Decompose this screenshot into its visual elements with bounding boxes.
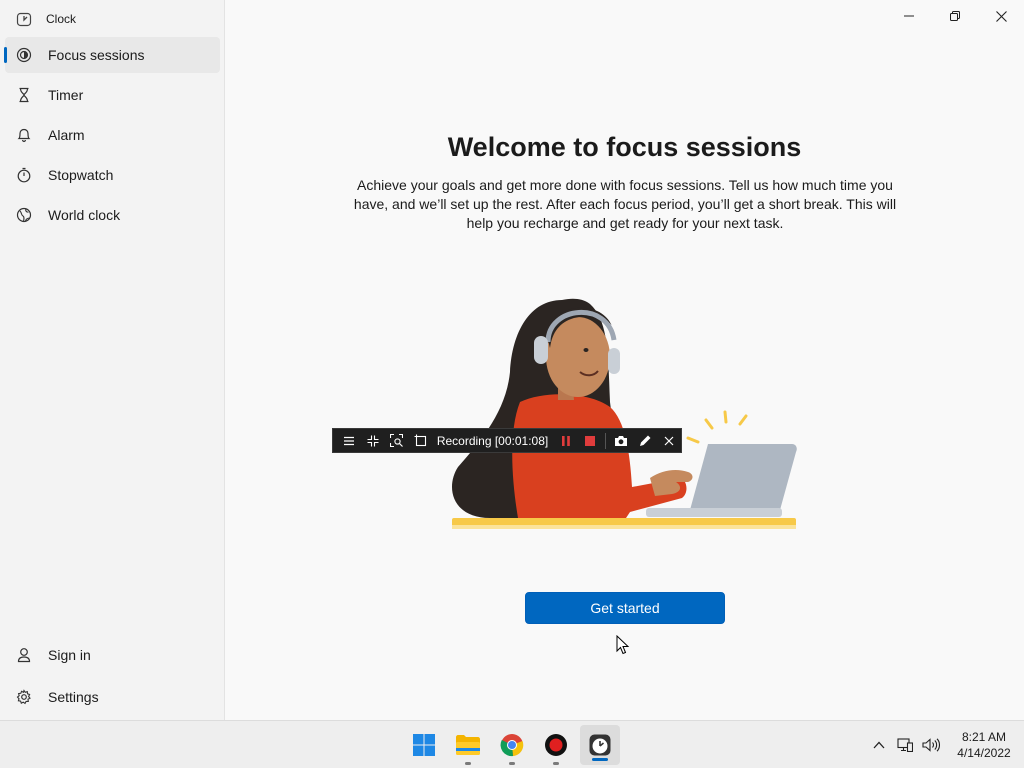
close-toolbar-button[interactable] [657,429,681,452]
window-controls [886,0,1024,32]
sidebar-item-focus-sessions[interactable]: Focus sessions [4,37,220,73]
sidebar-item-timer[interactable]: Timer [5,77,220,113]
focus-icon [16,47,32,63]
gear-icon [16,689,32,705]
running-indicator [465,762,471,765]
bell-icon [16,127,32,143]
volume-icon [922,738,940,752]
pause-recording-button[interactable] [554,429,578,452]
chrome-icon [500,734,524,757]
stopwatch-icon [16,167,32,183]
hourglass-icon [16,87,32,103]
screenshot-button[interactable] [609,429,633,452]
recorder-icon [545,734,567,756]
taskbar: 8:21 AM 4/14/2022 [0,720,1024,768]
recording-status: Recording [00:01:08] [436,433,549,448]
sidebar-item-world-clock[interactable]: World clock [5,197,220,233]
sidebar-item-stopwatch[interactable]: Stopwatch [5,157,220,193]
active-indicator [592,758,608,761]
sidebar-nav: Focus sessions Timer Alarm Stopwatch Wor… [0,37,225,237]
menu-button[interactable] [337,429,361,452]
toolbar-divider [605,432,607,449]
main-content: Welcome to focus sessions Achieve your g… [225,0,1024,720]
sidebar-item-settings[interactable]: Settings [5,678,220,716]
chevron-up-icon [873,741,885,749]
start-button[interactable] [404,721,444,768]
close-button[interactable] [978,0,1024,32]
show-hidden-icons-button[interactable] [866,730,892,760]
sidebar-item-sign-in[interactable]: Sign in [5,636,220,674]
sidebar-item-label: Alarm [48,127,85,143]
stop-recording-button[interactable] [578,429,602,452]
system-tray: 8:21 AM 4/14/2022 [866,721,1024,768]
restore-button[interactable] [932,0,978,32]
clock-date: 4/14/2022 [957,746,1011,760]
taskbar-file-explorer[interactable] [448,721,488,768]
minimize-icon [904,15,914,17]
zoom-region-button[interactable] [385,429,409,452]
person-icon [16,647,32,663]
sidebar-item-label: Timer [48,87,84,103]
stop-icon [585,435,596,446]
menu-icon [343,436,354,445]
zoom-region-icon [390,434,404,447]
page-description: Achieve your goals and get more done wit… [353,177,897,231]
globe-icon [16,207,32,223]
start-icon [413,734,435,756]
camera-icon [615,435,628,446]
taskbar-recorder[interactable] [536,721,576,768]
sidebar: Clock Focus sessions Timer Alarm Stopwat… [0,0,225,720]
minimize-button[interactable] [886,0,932,32]
running-indicator [553,762,559,765]
network-icon [897,738,913,752]
recording-toolbar: Recording [00:01:08] [332,428,682,453]
file-explorer-icon [456,735,480,755]
sidebar-item-label: Sign in [48,647,91,663]
restore-icon [950,11,960,21]
network-button[interactable] [892,730,918,760]
get-started-button[interactable]: Get started [525,592,725,624]
sidebar-footer: Sign in Settings [0,636,225,720]
crop-region-icon [414,434,427,447]
app-title-bar: Clock [16,8,76,30]
close-icon [995,10,1007,22]
sidebar-item-label: Focus sessions [48,47,145,63]
app-title: Clock [46,12,77,26]
page-title: Welcome to focus sessions [447,132,802,162]
clock-time: 8:21 AM [961,730,1007,744]
region-select-button[interactable] [409,429,433,452]
sidebar-item-label: Stopwatch [48,167,114,183]
close-icon [664,436,674,445]
clock-app-icon [16,11,32,27]
collapse-icon [367,435,379,446]
running-indicator [509,762,515,765]
clock-app-icon [589,734,611,756]
taskbar-apps [404,721,620,768]
focus-illustration [451,298,797,529]
mouse-cursor-icon [616,635,630,655]
taskbar-clock-display[interactable]: 8:21 AM 4/14/2022 [944,729,1024,761]
pause-icon [562,435,571,446]
collapse-button[interactable] [361,429,385,452]
annotate-button[interactable] [633,429,657,452]
pen-icon [639,435,651,446]
sidebar-item-label: World clock [48,207,121,223]
volume-button[interactable] [918,730,944,760]
taskbar-clock[interactable] [580,725,620,765]
taskbar-chrome[interactable] [492,721,532,768]
sidebar-item-label: Settings [48,689,99,705]
sidebar-item-alarm[interactable]: Alarm [5,117,220,153]
